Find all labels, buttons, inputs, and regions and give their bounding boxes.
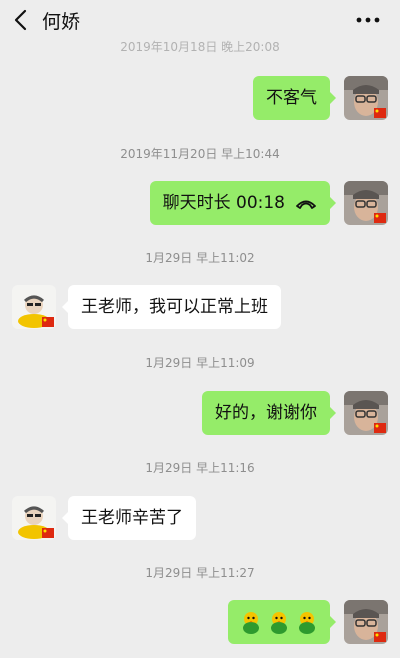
back-button[interactable] [8, 6, 34, 34]
avatar-image [12, 496, 56, 540]
message-timestamp: 1月29日 早上11:27 [145, 566, 255, 580]
message-text: 不客气 [266, 88, 317, 108]
contact-avatar[interactable] [12, 496, 56, 540]
message-text: 王老师，我可以正常上班 [81, 297, 268, 317]
message-bubble-outgoing[interactable]: 不客气 [253, 76, 336, 120]
china-flag-badge [374, 632, 386, 642]
emoji-message-bubble[interactable] [228, 600, 336, 644]
my-avatar[interactable] [344, 600, 388, 644]
avatar-image [12, 285, 56, 329]
china-flag-badge [42, 317, 54, 327]
contact-avatar[interactable] [12, 285, 56, 329]
avatar-image [344, 181, 388, 225]
avatar-image [344, 391, 388, 435]
message-timestamp: 1月29日 早上11:09 [145, 356, 255, 370]
message-bubble-incoming[interactable]: 王老师辛苦了 [62, 496, 196, 540]
chick-emoji-icon [271, 612, 287, 634]
my-avatar[interactable] [344, 76, 388, 120]
china-flag-badge [42, 528, 54, 538]
voice-call-bubble[interactable]: 聊天时长 00:18 [149, 181, 337, 225]
chick-emoji-icon [299, 612, 315, 634]
message-timestamp: 2019年11月20日 早上10:44 [120, 147, 280, 161]
my-avatar[interactable] [344, 181, 388, 225]
message-timestamp: 1月29日 早上11:02 [145, 251, 255, 265]
message-text: 王老师辛苦了 [81, 508, 183, 528]
chat-header: 何娇 [0, 0, 400, 40]
avatar-image [344, 76, 388, 120]
chick-emoji-icon [243, 612, 259, 634]
more-dots-icon [356, 17, 380, 23]
chevron-left-icon [14, 9, 27, 31]
phone-hangup-icon [296, 200, 316, 209]
my-avatar[interactable] [344, 391, 388, 435]
more-button[interactable] [354, 9, 382, 31]
china-flag-badge [374, 213, 386, 223]
avatar-image [344, 600, 388, 644]
message-text: 好的，谢谢你 [215, 403, 317, 423]
message-bubble-outgoing[interactable]: 好的，谢谢你 [202, 391, 336, 435]
call-duration-text: 聊天时长 00:18 [162, 193, 285, 213]
china-flag-badge [374, 423, 386, 433]
chat-title: 何娇 [42, 11, 81, 33]
message-timestamp: 2019年10月18日 晚上20:08 [120, 40, 280, 54]
message-timestamp: 1月29日 早上11:16 [145, 461, 255, 475]
message-bubble-incoming[interactable]: 王老师，我可以正常上班 [62, 285, 281, 329]
china-flag-badge [374, 108, 386, 118]
